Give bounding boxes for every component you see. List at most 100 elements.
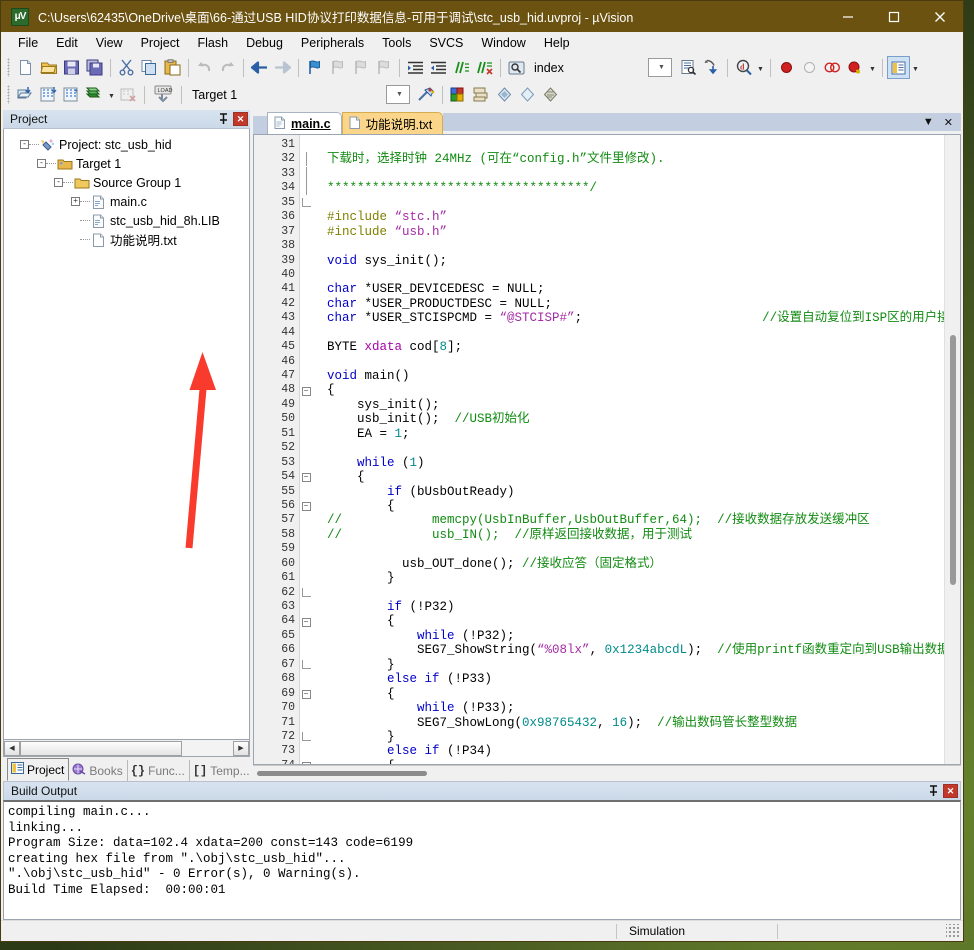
code-editor[interactable]: 31 32 33 34 35 36 37 38 39 40 41 42 43 44 45 46 47 48 49 50…: [253, 134, 961, 765]
code-line[interactable]: [312, 138, 960, 152]
close-icon[interactable]: ✕: [943, 784, 958, 798]
search-text[interactable]: index: [528, 61, 648, 75]
source-browse-icon[interactable]: [516, 83, 539, 106]
close-button[interactable]: [917, 1, 963, 32]
code-line[interactable]: while (!P32);: [312, 629, 960, 643]
code-line[interactable]: {: [312, 687, 960, 701]
code-line[interactable]: usb_OUT_done(); //接收应答（固定格式）: [312, 557, 960, 571]
code-line[interactable]: #include “stc.h”: [312, 210, 960, 224]
tab-functions[interactable]: {} Func...: [128, 760, 190, 781]
tree-item-lib-file[interactable]: stc_usb_hid_8h.LIB: [4, 211, 249, 230]
code-line[interactable]: if (!P32): [312, 600, 960, 614]
search-combo[interactable]: ▼: [648, 58, 672, 77]
code-line[interactable]: else if (!P34): [312, 744, 960, 758]
menu-svcs[interactable]: SVCS: [420, 34, 472, 52]
batch-build-icon[interactable]: [83, 83, 106, 106]
fold-marker[interactable]: −: [300, 759, 312, 764]
code-folding-column[interactable]: − − − − − −: [300, 135, 312, 764]
code-line[interactable]: char *USER_DEVICEDESC = NULL;: [312, 282, 960, 296]
code-line[interactable]: ***********************************/: [312, 181, 960, 195]
code-line[interactable]: [312, 355, 960, 369]
menu-window[interactable]: Window: [472, 34, 534, 52]
breakpoint-insert-icon[interactable]: [775, 56, 798, 79]
menu-flash[interactable]: Flash: [188, 34, 237, 52]
resize-grip[interactable]: [946, 924, 960, 938]
tree-item-source-group[interactable]: - Source Group 1: [4, 173, 249, 192]
tree-item-main-c[interactable]: + main.c: [4, 192, 249, 211]
code-line[interactable]: [312, 586, 960, 600]
code-line[interactable]: [312, 239, 960, 253]
paste-icon[interactable]: [161, 56, 184, 79]
target-selector-combo[interactable]: ▼: [386, 85, 410, 104]
chevron-down-icon[interactable]: ▼: [867, 56, 878, 79]
copy-icon[interactable]: [138, 56, 161, 79]
build-output-text[interactable]: compiling main.c... linking... Program Siz…: [3, 800, 961, 920]
code-line[interactable]: {: [312, 499, 960, 513]
tree-expander[interactable]: -: [20, 140, 29, 149]
code-line[interactable]: char *USER_PRODUCTDESC = NULL;: [312, 297, 960, 311]
code-line[interactable]: else if (!P33): [312, 672, 960, 686]
open-file-icon[interactable]: [37, 56, 60, 79]
menu-tools[interactable]: Tools: [373, 34, 420, 52]
editor-vscrollbar[interactable]: [944, 135, 960, 764]
source-code-text[interactable]: 下载时，选择时钟 24MHz (可在“config.h”文件里修改). ****…: [312, 135, 960, 764]
menu-project[interactable]: Project: [132, 34, 189, 52]
toolbar-grip[interactable]: [7, 85, 10, 104]
scroll-thumb[interactable]: [257, 771, 427, 776]
code-line[interactable]: if (bUsbOutReady): [312, 485, 960, 499]
code-line[interactable]: usb_init(); //USB初始化: [312, 412, 960, 426]
chevron-down-icon[interactable]: ▼: [910, 56, 921, 79]
code-line[interactable]: [312, 326, 960, 340]
code-line[interactable]: [312, 196, 960, 210]
code-line[interactable]: void main(): [312, 369, 960, 383]
scroll-left-icon[interactable]: ◀: [4, 740, 20, 756]
code-line[interactable]: SEG7_ShowLong(0x98765432, 16); //输出数码管长整…: [312, 716, 960, 730]
scroll-right-icon[interactable]: ▶: [233, 740, 249, 756]
tab-templates[interactable]: [] Temp...: [190, 760, 255, 781]
code-line[interactable]: // usb_IN(); //原样返回接收数据，用于测试: [312, 528, 960, 542]
menu-file[interactable]: File: [9, 34, 47, 52]
menu-help[interactable]: Help: [535, 34, 579, 52]
tab-project[interactable]: Project: [7, 758, 70, 781]
tree-expander[interactable]: -: [54, 178, 63, 187]
editor-hscrollbar[interactable]: [253, 765, 961, 781]
breakpoint-disable-all-icon[interactable]: [844, 56, 867, 79]
code-line[interactable]: {: [312, 759, 960, 764]
tab-list-dropdown-icon[interactable]: ▼: [923, 116, 934, 128]
pack-installer-icon[interactable]: [539, 83, 562, 106]
editor-tab-main-c[interactable]: main.c: [267, 112, 342, 134]
auto-hide-pin-icon[interactable]: [215, 111, 231, 127]
code-line[interactable]: {: [312, 470, 960, 484]
save-icon[interactable]: [60, 56, 83, 79]
code-line[interactable]: // memcpy(UsbInBuffer,UsbOutBuffer,64); …: [312, 513, 960, 527]
find-next-icon[interactable]: [700, 56, 723, 79]
new-file-icon[interactable]: [14, 56, 37, 79]
project-tree[interactable]: - Project: stc_usb_hid - Target 1 - Sour…: [3, 129, 250, 740]
close-document-icon[interactable]: ✕: [944, 116, 953, 129]
fold-marker[interactable]: −: [300, 499, 312, 513]
scroll-thumb[interactable]: [20, 740, 182, 756]
menu-peripherals[interactable]: Peripherals: [292, 34, 373, 52]
download-icon[interactable]: LOAD: [149, 83, 177, 106]
scroll-thumb[interactable]: [950, 335, 956, 585]
code-line[interactable]: char *USER_STCISPCMD = “@STCISP#”; //设置自…: [312, 311, 960, 325]
manage-multi-project-icon[interactable]: [470, 83, 493, 106]
fold-marker[interactable]: −: [300, 687, 312, 701]
editor-tab-readme-txt[interactable]: 功能说明.txt: [341, 112, 444, 134]
fold-marker[interactable]: −: [300, 614, 312, 628]
magnifier-debug-icon[interactable]: d: [732, 56, 755, 79]
code-line[interactable]: [312, 167, 960, 181]
toolbar-grip[interactable]: [7, 58, 10, 77]
code-line[interactable]: BYTE xdata cod[8];: [312, 340, 960, 354]
menu-view[interactable]: View: [87, 34, 132, 52]
target-options-icon[interactable]: [415, 83, 438, 106]
tree-item-project[interactable]: - Project: stc_usb_hid: [4, 135, 249, 154]
chevron-down-icon[interactable]: ▼: [755, 56, 766, 79]
tree-expander[interactable]: +: [71, 197, 80, 206]
window-layout-icon[interactable]: [887, 56, 910, 79]
project-tree-hscrollbar[interactable]: ◀ ▶: [3, 740, 250, 757]
browse-symbols-icon[interactable]: [677, 56, 700, 79]
indent-icon[interactable]: [404, 56, 427, 79]
tab-books[interactable]: Books: [69, 760, 128, 781]
code-line[interactable]: EA = 1;: [312, 427, 960, 441]
